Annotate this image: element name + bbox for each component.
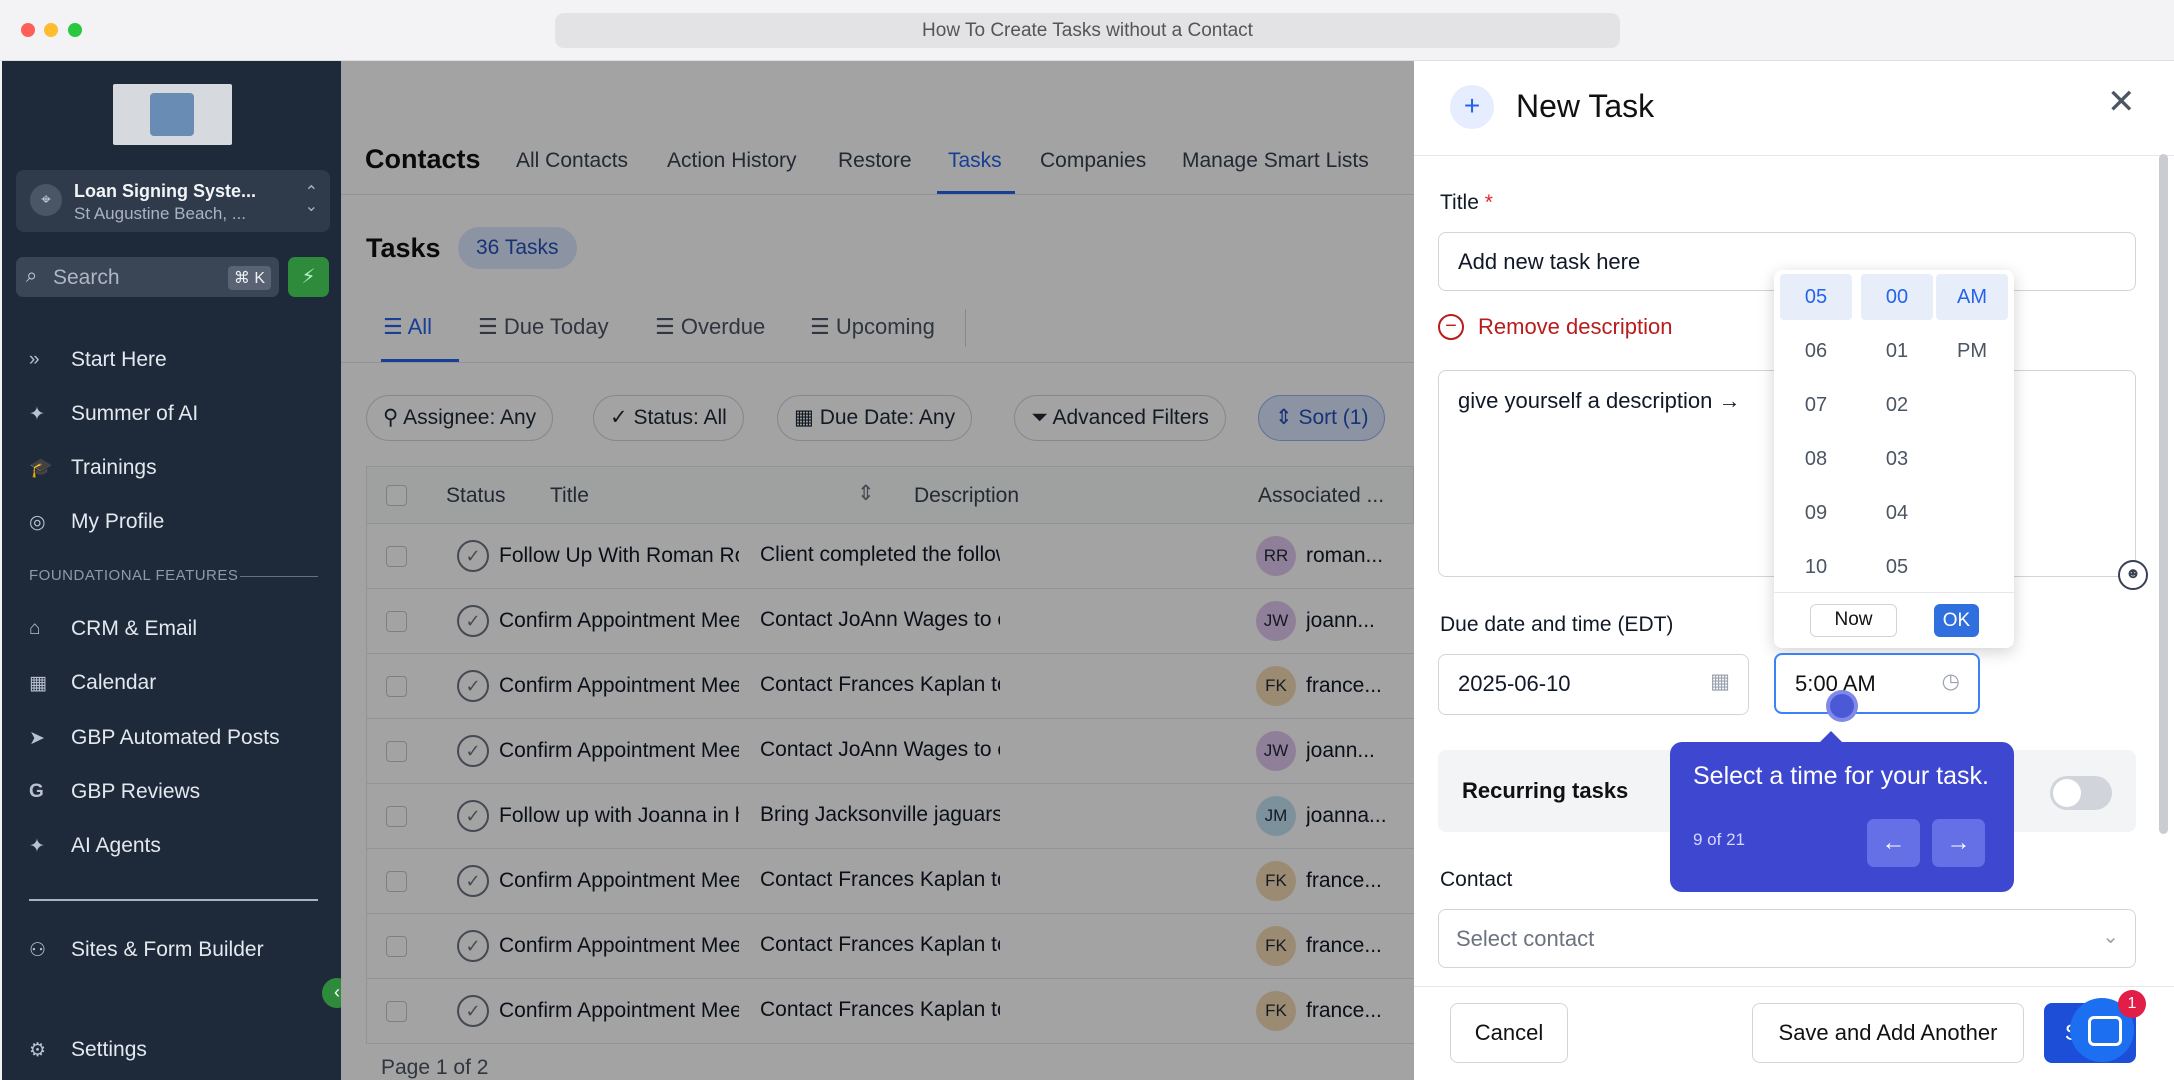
graduation-cap-icon: 🎓	[29, 458, 53, 479]
double-chevron-icon: »	[29, 349, 40, 370]
location-pin-icon: ⌖	[30, 184, 62, 216]
location-name: Loan Signing Syste...	[74, 181, 257, 201]
minus-circle-icon: −	[1438, 314, 1464, 340]
google-icon: G	[29, 781, 44, 802]
modal-backdrop[interactable]	[341, 61, 1414, 1080]
chevron-down-icon: ⌄	[2102, 926, 2119, 948]
panel-footer: Cancel Save and Add Another Save	[1414, 986, 2174, 1080]
minute-option[interactable]: 00	[1861, 274, 1933, 320]
close-icon[interactable]: ✕	[2107, 82, 2136, 122]
minute-option[interactable]: 03	[1861, 436, 1933, 482]
chat-notification-badge: 1	[2118, 990, 2146, 1018]
inbox-icon: ⌂	[29, 618, 41, 639]
sidebar-item-my-profile[interactable]: ◎ My Profile	[29, 507, 164, 537]
location-switcher[interactable]: ⌖ Loan Signing Syste... St Augustine Bea…	[16, 170, 330, 232]
minute-option[interactable]: 01	[1861, 328, 1933, 374]
quick-actions-bolt-icon[interactable]: ⚡	[288, 257, 329, 297]
plus-icon: +	[1450, 85, 1494, 129]
required-asterisk: *	[1484, 191, 1493, 214]
keyboard-shortcut-badge: ⌘ K	[227, 266, 271, 290]
sidebar-item-gbp-reviews[interactable]: G GBP Reviews	[29, 777, 200, 807]
clock-icon: ◷	[1941, 670, 1960, 693]
period-option-am[interactable]: AM	[1936, 274, 2008, 320]
time-input[interactable]: 5:00 AM ◷	[1774, 653, 1980, 714]
sidebar-item-ai-agents[interactable]: ✦ AI Agents	[29, 831, 161, 861]
click-indicator	[1826, 690, 1858, 722]
remove-description-button[interactable]: − Remove description	[1438, 314, 1672, 340]
tour-step-counter: 9 of 21	[1693, 830, 1745, 849]
minute-option[interactable]: 04	[1861, 490, 1933, 536]
browser-toolbar: How To Create Tasks without a Contact	[0, 0, 2174, 61]
period-option-pm[interactable]: PM	[1936, 328, 2008, 374]
hour-option[interactable]: 05	[1780, 274, 1852, 320]
ok-button[interactable]: OK	[1934, 604, 1979, 637]
hour-option[interactable]: 10	[1780, 544, 1852, 590]
maximize-window-icon[interactable]	[68, 23, 82, 37]
section-label: FOUNDATIONAL FEATURES	[29, 567, 239, 584]
calendar-icon: ▦	[29, 672, 47, 694]
tour-next-arrow-icon[interactable]: →	[1932, 819, 1985, 867]
sidebar-search[interactable]: ⌕ Search ⌘ K	[16, 257, 279, 297]
sidebar-item-gbp-automated-posts[interactable]: ➤ GBP Automated Posts	[29, 723, 280, 753]
minute-option[interactable]: 05	[1861, 544, 1933, 590]
cancel-button[interactable]: Cancel	[1450, 1003, 1568, 1063]
panel-title: New Task	[1516, 88, 1655, 124]
company-logo[interactable]	[113, 84, 232, 145]
picker-divider	[1774, 592, 2014, 593]
sidebar-item-settings[interactable]: ⚙ Settings	[29, 1035, 147, 1065]
sidebar-item-calendar[interactable]: ▦ Calendar	[29, 668, 156, 698]
calendar-icon: ▦	[1710, 670, 1730, 693]
hour-option[interactable]: 08	[1780, 436, 1852, 482]
hour-option[interactable]: 09	[1780, 490, 1852, 536]
recurring-label: Recurring tasks	[1462, 778, 1629, 803]
title-label: Title *	[1440, 191, 1493, 214]
hour-option[interactable]: 07	[1780, 382, 1852, 428]
sidebar-item-summer-of-ai[interactable]: ✦ Summer of AI	[29, 399, 198, 429]
time-picker-dropdown: 05 06 07 08 09 10 00 01 02 03 04 05 AM P…	[1774, 270, 2014, 648]
sparkle-icon: ✦	[29, 403, 45, 425]
hour-option[interactable]: 06	[1780, 328, 1852, 374]
assistant-icon[interactable]: ☻	[2118, 560, 2148, 590]
chevron-updown-icon: ⌃ ⌄	[304, 184, 318, 215]
save-and-add-another-button[interactable]: Save and Add Another	[1752, 1003, 2024, 1063]
minute-option[interactable]: 02	[1861, 382, 1933, 428]
tour-back-arrow-icon[interactable]: ←	[1867, 819, 1920, 867]
now-button[interactable]: Now	[1810, 604, 1897, 637]
sidebar-item-start-here[interactable]: » Start Here	[29, 345, 167, 375]
tour-text: Select a time for your task.	[1693, 762, 1989, 790]
contact-label: Contact	[1440, 868, 1513, 891]
minimize-window-icon[interactable]	[44, 23, 58, 37]
sitemap-icon: ⚇	[29, 939, 47, 961]
address-bar[interactable]: How To Create Tasks without a Contact	[555, 13, 1620, 48]
panel-header: + New Task ✕	[1414, 61, 2174, 156]
recurring-toggle[interactable]	[2050, 776, 2112, 810]
close-window-icon[interactable]	[21, 23, 35, 37]
search-placeholder: Search	[53, 266, 120, 289]
search-icon: ⌕	[26, 265, 38, 287]
user-circle-icon: ◎	[29, 511, 46, 533]
send-icon: ➤	[29, 727, 45, 749]
contact-select[interactable]: Select contact ⌄	[1438, 909, 2136, 968]
date-input[interactable]: 2025-06-10 ▦	[1438, 654, 1749, 715]
sidebar-item-trainings[interactable]: 🎓 Trainings	[29, 453, 157, 483]
gear-icon: ⚙	[29, 1039, 47, 1061]
tour-tooltip: Select a time for your task. 9 of 21 ← →	[1670, 731, 2014, 892]
due-date-label: Due date and time (EDT)	[1440, 613, 1674, 636]
location-address: St Augustine Beach, ...	[74, 204, 247, 223]
sidebar-item-sites-form-builder[interactable]: ⚇ Sites & Form Builder	[29, 935, 264, 965]
sidebar-divider	[29, 899, 318, 901]
sidebar: ⌖ Loan Signing Syste... St Augustine Bea…	[2, 61, 341, 1080]
section-divider	[240, 576, 318, 577]
sparkle-icon: ✦	[29, 835, 45, 857]
sidebar-item-crm-email[interactable]: ⌂ CRM & Email	[29, 614, 197, 644]
panel-scrollbar[interactable]	[2159, 154, 2168, 834]
